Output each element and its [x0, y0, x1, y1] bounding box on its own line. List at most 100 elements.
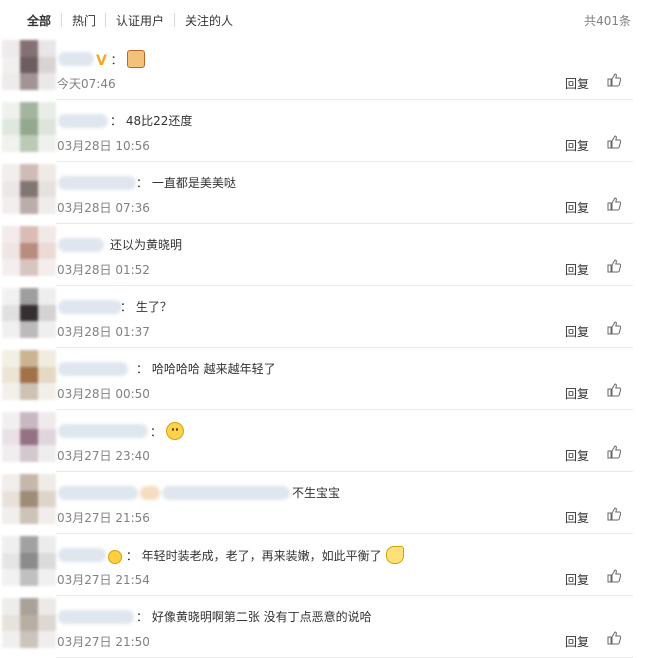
- tab-divider: [61, 13, 62, 27]
- username-blurred[interactable]: [58, 176, 136, 190]
- like-thumb-icon[interactable]: [607, 445, 621, 459]
- comment-item: ： 03月27日 23:40 回复: [0, 410, 645, 472]
- comment-item: ： 48比22还度 03月28日 10:56 回复: [0, 100, 645, 162]
- shy-emoji-icon: [108, 550, 122, 564]
- comment-colon: ：: [150, 425, 163, 439]
- reply-button[interactable]: 回复: [565, 633, 589, 650]
- comment-time: 03月27日 21:54: [57, 573, 150, 587]
- comment-text: 生了？: [135, 300, 172, 314]
- comment-item: 还以为黄晓明 03月28日 01:52 回复: [0, 224, 645, 286]
- comment-time: 03月28日 10:56: [57, 139, 150, 153]
- avatar[interactable]: [2, 40, 56, 90]
- like-thumb-icon[interactable]: [607, 321, 621, 335]
- username-blurred[interactable]: [58, 486, 138, 500]
- reply-button[interactable]: 回复: [565, 261, 589, 278]
- comment-count: 共401条: [584, 14, 631, 28]
- avatar[interactable]: [2, 350, 56, 400]
- username-blurred[interactable]: [58, 548, 106, 562]
- avatar[interactable]: [2, 226, 56, 276]
- tab-hot[interactable]: 热门: [72, 12, 96, 29]
- comment-item: 不生宝宝 03月27日 21:56 回复: [0, 472, 645, 534]
- reply-button[interactable]: 回复: [565, 447, 589, 464]
- reply-button[interactable]: 回复: [565, 75, 589, 92]
- like-thumb-icon[interactable]: [607, 135, 621, 149]
- avatar[interactable]: [2, 598, 56, 648]
- comment-item: ： 哈哈哈哈 越来越年轻了 03月28日 00:50 回复: [0, 348, 645, 410]
- comment-text: 好像黄晓明啊第二张 没有丁点恶意的说哈: [151, 610, 372, 624]
- comment-content: ：: [150, 422, 184, 440]
- like-thumb-icon[interactable]: [607, 383, 621, 397]
- smile-emoji-icon: [165, 422, 184, 440]
- comment-content: 不生宝宝: [292, 484, 340, 501]
- avatar[interactable]: [2, 412, 56, 462]
- comment-item: ： 一直都是美美哒 03月28日 07:36 回复: [0, 162, 645, 224]
- tab-divider: [174, 13, 175, 27]
- comment-list: V ： 今天07:46 回复 ： 48比22还度 03月28日 10:56 回复: [0, 38, 645, 658]
- content-blurred: [140, 486, 160, 500]
- content-blurred: [162, 486, 290, 500]
- comment-text: 不生宝宝: [292, 486, 341, 500]
- username-blurred[interactable]: [58, 424, 148, 438]
- comment-colon: ：: [110, 114, 123, 128]
- comment-item: V ： 今天07:46 回复: [0, 38, 645, 100]
- reply-button[interactable]: 回复: [565, 199, 589, 216]
- comment-content: ： 哈哈哈哈 越来越年轻了: [136, 360, 276, 377]
- comment-content: 还以为黄晓明: [110, 236, 182, 253]
- comment-colon: ：: [136, 362, 149, 376]
- think-emoji-icon: [385, 546, 404, 564]
- username-blurred[interactable]: [58, 610, 134, 624]
- comment-colon: ：: [136, 610, 149, 624]
- avatar[interactable]: [2, 102, 56, 152]
- comment-colon: ：: [136, 176, 149, 190]
- like-thumb-icon[interactable]: [607, 631, 621, 645]
- username-blurred[interactable]: [58, 362, 128, 376]
- avatar[interactable]: [2, 474, 56, 524]
- like-thumb-icon[interactable]: [607, 507, 621, 521]
- comment-item: ： 好像黄晓明啊第二张 没有丁点恶意的说哈 03月27日 21:50 回复: [0, 596, 645, 658]
- tab-following[interactable]: 关注的人: [185, 12, 233, 29]
- comment-colon: ：: [125, 549, 138, 563]
- avatar[interactable]: [2, 164, 56, 214]
- comment-item: ： 年轻时装老成，老了，再来装嫩，如此平衡了 03月27日 21:54 回复: [0, 534, 645, 596]
- verified-badge-icon: V: [96, 53, 107, 69]
- comment-content: ： 好像黄晓明啊第二张 没有丁点恶意的说哈: [136, 608, 372, 625]
- comment-content: V ：: [96, 50, 145, 69]
- username-blurred[interactable]: [58, 114, 108, 128]
- reply-button[interactable]: 回复: [565, 323, 589, 340]
- comment-time: 03月27日 23:40: [57, 449, 150, 463]
- comment-content: ： 生了？: [120, 298, 172, 315]
- comment-content: ： 年轻时装老成，老了，再来装嫩，如此平衡了: [108, 546, 404, 564]
- like-thumb-icon[interactable]: [607, 259, 621, 273]
- like-thumb-icon[interactable]: [607, 197, 621, 211]
- comment-text: 还以为黄晓明: [110, 238, 183, 252]
- username-blurred[interactable]: [58, 238, 104, 252]
- reply-button[interactable]: 回复: [565, 385, 589, 402]
- like-thumb-icon[interactable]: [607, 73, 621, 87]
- comment-text: 一直都是美美哒: [151, 176, 236, 190]
- like-thumb-icon[interactable]: [607, 569, 621, 583]
- comment-time: 03月28日 01:37: [57, 325, 150, 339]
- comment-colon: ：: [110, 53, 123, 67]
- avatar[interactable]: [2, 288, 56, 338]
- username-blurred[interactable]: [58, 52, 94, 66]
- comment-time: 03月28日 00:50: [57, 387, 150, 401]
- reply-button[interactable]: 回复: [565, 509, 589, 526]
- comment-text: 48比22还度: [125, 114, 193, 128]
- comment-time: 03月28日 01:52: [57, 263, 150, 277]
- comment-colon: ：: [120, 300, 133, 314]
- tab-verified-users[interactable]: 认证用户: [116, 12, 164, 29]
- comment-text: 哈哈哈哈 越来越年轻了: [151, 362, 276, 376]
- comment-time: 03月28日 07:36: [57, 201, 150, 215]
- filter-tabs: 全部 热门 认证用户 关注的人 共401条: [0, 0, 645, 38]
- username-blurred[interactable]: [58, 300, 122, 314]
- avatar[interactable]: [2, 536, 56, 586]
- comment-time: 今天07:46: [57, 77, 116, 91]
- tab-divider: [105, 13, 106, 27]
- comment-content: ： 一直都是美美哒: [136, 174, 236, 191]
- gift-emoji-icon: [126, 50, 145, 68]
- reply-button[interactable]: 回复: [565, 571, 589, 588]
- tab-all[interactable]: 全部: [27, 12, 51, 29]
- comment-text: 年轻时装老成，老了，再来装嫩，如此平衡了: [141, 549, 382, 563]
- comment-time: 03月27日 21:50: [57, 635, 150, 649]
- reply-button[interactable]: 回复: [565, 137, 589, 154]
